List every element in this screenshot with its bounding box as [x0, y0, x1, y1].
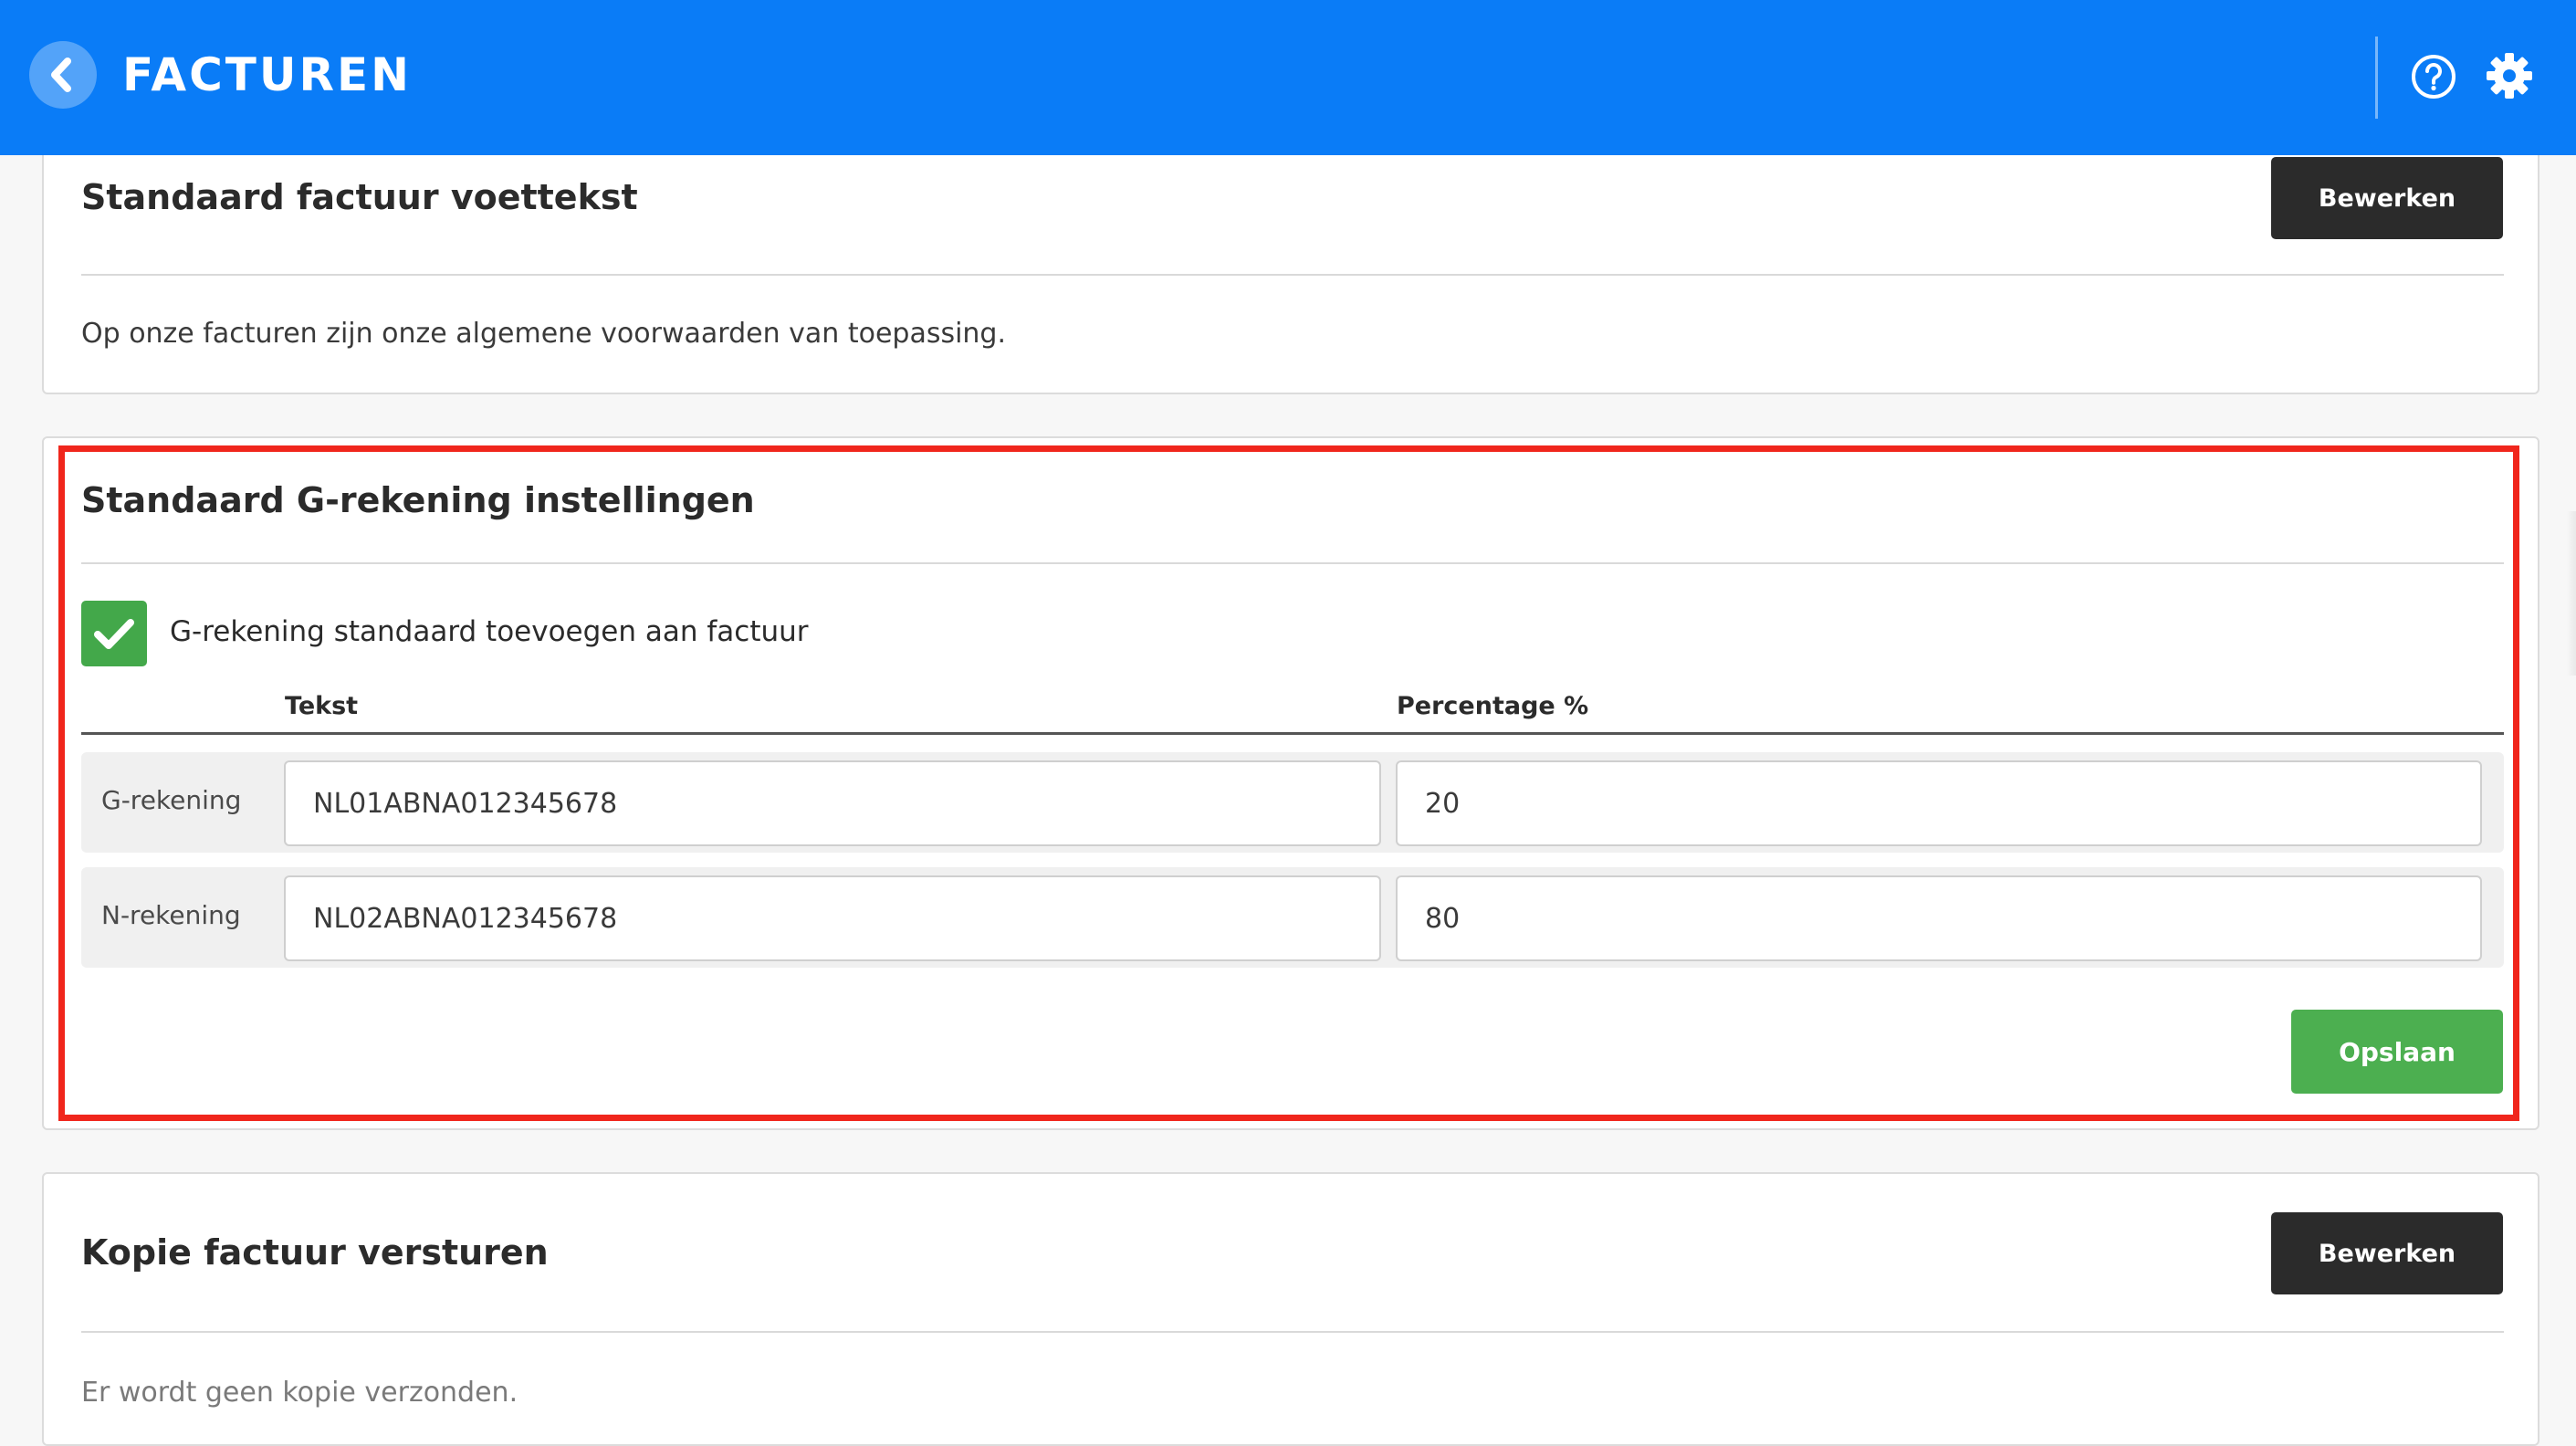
- save-button[interactable]: Opslaan: [2291, 1010, 2503, 1094]
- n-account-percentage-input[interactable]: [1396, 875, 2482, 961]
- n-account-row: N-rekening: [81, 867, 2504, 968]
- top-bar: FACTUREN: [0, 0, 2576, 155]
- divider: [81, 1331, 2504, 1333]
- footer-text-value: Op onze facturen zijn onze algemene voor…: [81, 318, 1007, 350]
- copy-invoice-title: Kopie factuur versturen: [81, 1232, 549, 1273]
- column-header-percentage: Percentage %: [1397, 692, 1589, 720]
- column-header-text: Tekst: [285, 692, 359, 720]
- g-account-settings-card: Standaard G-rekening instellingen G-reke…: [42, 436, 2539, 1130]
- g-account-text-input[interactable]: [284, 760, 1381, 846]
- footer-text-card: Standaard factuur voettekst Bewerken Op …: [42, 146, 2539, 394]
- edit-footer-button[interactable]: Bewerken: [2271, 157, 2503, 239]
- copy-invoice-card: Kopie factuur versturen Bewerken Er word…: [42, 1172, 2539, 1446]
- g-account-title: Standaard G-rekening instellingen: [81, 480, 755, 520]
- page-title: FACTUREN: [122, 48, 413, 101]
- gear-icon[interactable]: [2485, 51, 2534, 100]
- footer-text-title: Standaard factuur voettekst: [81, 177, 638, 217]
- checkmark-icon: [94, 619, 134, 649]
- divider: [81, 274, 2504, 276]
- divider: [81, 562, 2504, 564]
- g-account-percentage-input[interactable]: [1396, 760, 2482, 846]
- chevron-left-icon: [51, 58, 71, 92]
- add-g-account-label[interactable]: G-rekening standaard toevoegen aan factu…: [170, 615, 809, 648]
- n-account-text-input[interactable]: [284, 875, 1381, 961]
- back-button[interactable]: [29, 41, 97, 109]
- table-header-divider: [81, 732, 2504, 735]
- row-label-g-account: G-rekening: [101, 785, 242, 815]
- add-g-account-checkbox[interactable]: [81, 601, 147, 666]
- row-label-n-account: N-rekening: [101, 900, 241, 930]
- copy-invoice-status: Er wordt geen kopie verzonden.: [81, 1377, 518, 1409]
- edit-copy-button[interactable]: Bewerken: [2271, 1212, 2503, 1294]
- help-circle-icon[interactable]: [2410, 53, 2457, 100]
- g-account-row: G-rekening: [81, 752, 2504, 853]
- header-divider: [2375, 37, 2378, 119]
- scroll-edge: [2567, 511, 2576, 676]
